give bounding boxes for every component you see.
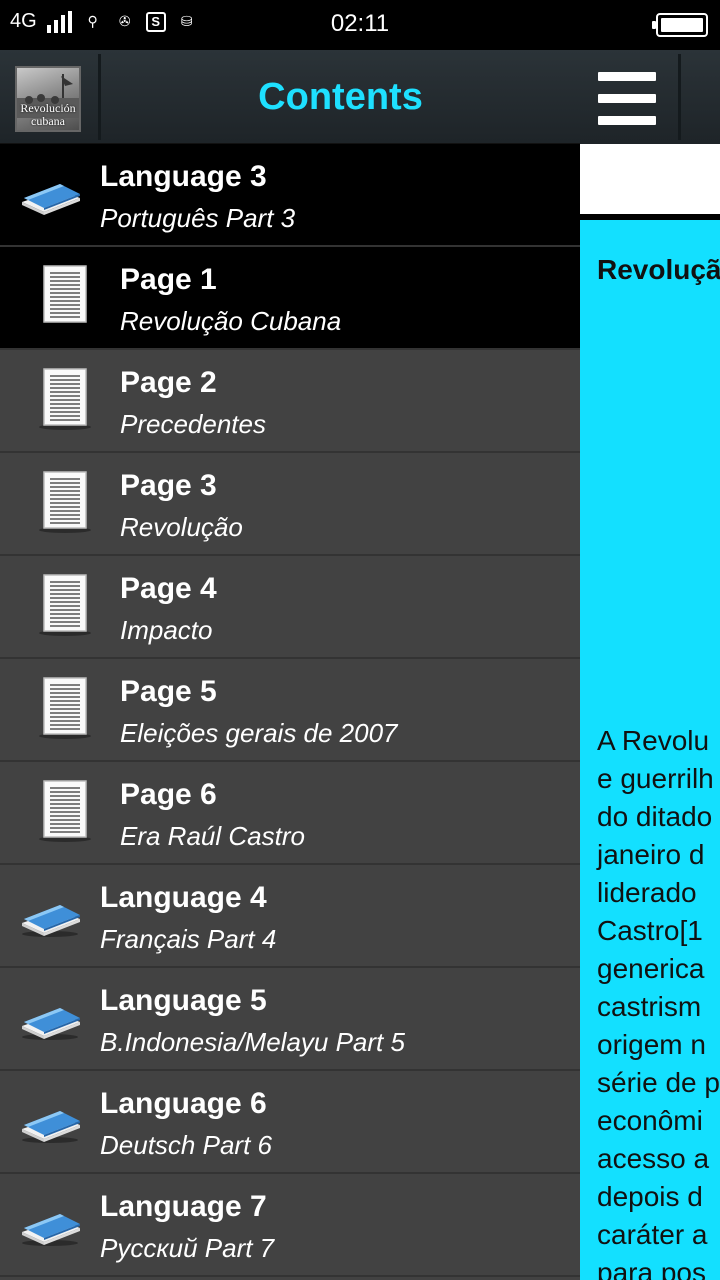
article-line: liderado [597, 877, 697, 908]
book-icon [18, 889, 82, 939]
book-icon [18, 1198, 82, 1248]
item-title: Page 2 [120, 366, 217, 399]
language-item[interactable]: Language 4 Français Part 4 [0, 865, 580, 968]
item-title: Page 4 [120, 572, 217, 605]
item-subtitle: B.Indonesia/Melayu Part 5 [100, 1027, 405, 1057]
document-icon [38, 264, 92, 328]
page-item[interactable]: Page 3 Revolução [0, 453, 580, 556]
item-title: Language 4 [100, 881, 267, 914]
document-icon [38, 676, 92, 740]
article-line: e guerrilh [597, 763, 714, 794]
drawer-header: Revolución cubana Contents [0, 50, 580, 144]
item-subtitle: Precedentes [120, 409, 266, 439]
item-subtitle: Impacto [120, 615, 213, 645]
navigation-drawer: Revolución cubana Contents Language 3 Por… [0, 50, 580, 1280]
article-line: econômi [597, 1105, 703, 1136]
menu-icon[interactable] [598, 72, 658, 126]
page-item[interactable]: Page 6 Era Raúl Castro [0, 762, 580, 865]
item-title: Page 1 [120, 263, 217, 296]
item-subtitle: Eleições gerais de 2007 [120, 718, 398, 748]
item-title: Language 6 [100, 1087, 267, 1120]
item-title: Language 7 [100, 1190, 267, 1223]
item-title: Language 5 [100, 984, 267, 1017]
page-item[interactable]: Page 4 Impacto [0, 556, 580, 659]
article-line: depois d [597, 1181, 703, 1212]
item-subtitle: Revolução Cubana [120, 306, 342, 336]
book-icon [18, 1095, 82, 1145]
article-title: Revoluçã [597, 254, 720, 285]
language-item[interactable]: Language 3 Português Part 3 [0, 144, 580, 247]
article-line: do ditado [597, 801, 713, 832]
toolbar [580, 50, 720, 144]
content-header-bar [580, 144, 720, 214]
article-line: Castro[1 [597, 915, 703, 946]
item-title: Page 3 [120, 469, 217, 502]
page-item[interactable]: Page 5 Eleições gerais de 2007 [0, 659, 580, 762]
article-line: castrism [597, 991, 702, 1022]
language-item[interactable]: Language 6 Deutsch Part 6 [0, 1071, 580, 1174]
article-line: série de p [597, 1067, 720, 1098]
article-line: generica [597, 953, 705, 984]
item-title: Page 6 [120, 778, 217, 811]
article-body: A Revolu e guerrilh do ditado janeiro d lide… [597, 722, 720, 1280]
language-item[interactable]: Language 7 Русский Part 7 [0, 1174, 580, 1277]
document-icon [38, 367, 92, 431]
item-subtitle: Era Raúl Castro [120, 821, 305, 851]
item-title: Page 5 [120, 675, 217, 708]
article-line: janeiro d [597, 839, 705, 870]
item-subtitle: Русский Part 7 [100, 1233, 275, 1263]
article-content[interactable]: Revoluçã A Revolu e guerrilh do ditado jane… [580, 220, 720, 1280]
book-icon [18, 992, 82, 1042]
app-logo[interactable]: Revolución cubana [15, 66, 81, 132]
main-content: Revoluçã A Revolu e guerrilh do ditado jane… [580, 50, 720, 1280]
document-icon [38, 470, 92, 534]
article-line: A Revolu [597, 725, 710, 756]
battery-icon [652, 13, 708, 37]
article-line: origem n [597, 1029, 706, 1060]
item-subtitle: Français Part 4 [100, 924, 277, 954]
page-item[interactable]: Page 1 Revolução Cubana [0, 247, 580, 350]
item-subtitle: Português Part 3 [100, 203, 296, 233]
document-icon [38, 573, 92, 637]
contents-list: Language 3 Português Part 3 Page 1 Revoluçã… [0, 144, 580, 1277]
status-bar: 4G ⚲ ✇ S ⛁ 02:11 [0, 0, 720, 50]
article-line: para pos [597, 1257, 706, 1280]
article-line: caráter a [597, 1219, 708, 1250]
item-subtitle: Deutsch Part 6 [100, 1130, 272, 1160]
item-subtitle: Revolução [120, 512, 243, 542]
logo-text: Revolución cubana [20, 101, 76, 128]
book-icon [18, 168, 82, 218]
item-title: Language 3 [100, 160, 267, 193]
drawer-title: Contents [258, 76, 423, 118]
article-line: acesso a [597, 1143, 710, 1174]
language-item[interactable]: Language 5 B.Indonesia/Melayu Part 5 [0, 968, 580, 1071]
page-item[interactable]: Page 2 Precedentes [0, 350, 580, 453]
clock: 02:11 [330, 10, 390, 37]
toolbar-divider [678, 54, 681, 140]
document-icon [38, 779, 92, 843]
